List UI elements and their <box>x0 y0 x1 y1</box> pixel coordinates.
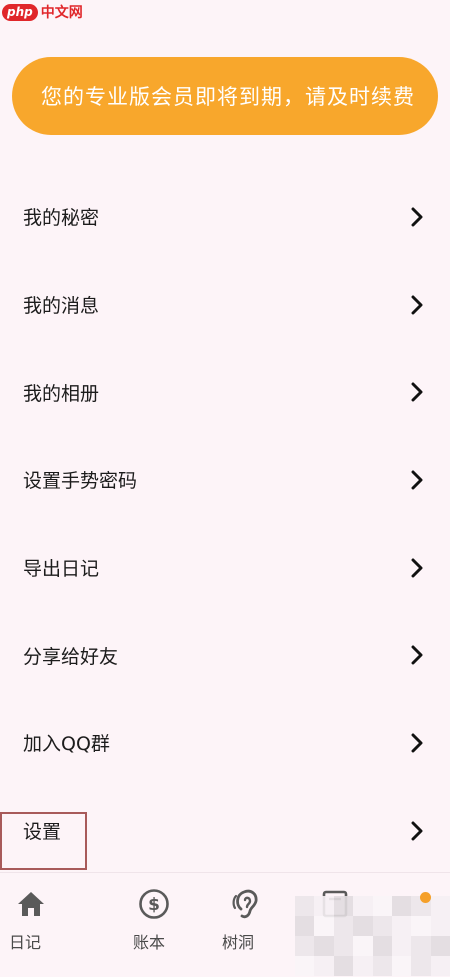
menu-item-label: 设置 <box>23 821 62 844</box>
chevron-right-icon <box>408 381 426 403</box>
tab-diary[interactable]: 日记 <box>0 873 90 977</box>
menu-item-share-friends[interactable]: 分享给好友 <box>0 611 450 699</box>
menu-item-label: 加入QQ群 <box>23 733 110 756</box>
tab-accounts[interactable]: $ 账本 <box>90 873 180 977</box>
svg-text:$: $ <box>148 895 160 915</box>
chevron-right-icon <box>408 557 426 579</box>
tab-label: 账本 <box>132 933 165 952</box>
banner-text: 您的专业版会员即将到期，请及时续费 <box>41 85 415 109</box>
blurred-region <box>295 896 450 976</box>
chevron-right-icon <box>408 820 426 842</box>
menu-item-my-secrets[interactable]: 我的秘密 <box>0 173 450 261</box>
watermark-text: 中文网 <box>40 5 83 21</box>
menu-item-settings[interactable]: 设置 <box>0 787 450 875</box>
chevron-right-icon <box>408 732 426 754</box>
membership-expiry-banner[interactable]: 您的专业版会员即将到期，请及时续费 <box>12 57 438 135</box>
watermark: php 中文网 <box>2 2 83 22</box>
home-icon <box>15 887 47 921</box>
menu-item-label: 我的相册 <box>23 382 100 405</box>
menu-item-label: 设置手势密码 <box>23 470 138 493</box>
menu-item-label: 分享给好友 <box>23 645 119 668</box>
menu-item-my-messages[interactable]: 我的消息 <box>0 261 450 349</box>
chevron-right-icon <box>408 294 426 316</box>
menu-item-label: 我的消息 <box>23 295 100 318</box>
tab-label: 树洞 <box>221 933 254 952</box>
chevron-right-icon <box>408 469 426 491</box>
dollar-circle-icon: $ <box>138 887 170 921</box>
chevron-right-icon <box>408 206 426 228</box>
tab-tree-hole[interactable]: 树洞 <box>180 873 270 977</box>
notification-dot-icon <box>420 892 431 903</box>
watermark-logo: php <box>2 3 38 21</box>
menu-item-gesture-password[interactable]: 设置手势密码 <box>0 436 450 524</box>
ear-icon <box>229 887 261 921</box>
menu-item-label: 导出日记 <box>23 558 100 581</box>
tab-label: 日记 <box>8 933 41 952</box>
menu-item-label: 我的秘密 <box>23 207 100 230</box>
menu-item-join-qq-group[interactable]: 加入QQ群 <box>0 699 450 787</box>
menu-item-export-diary[interactable]: 导出日记 <box>0 524 450 612</box>
menu-item-my-album[interactable]: 我的相册 <box>0 348 450 436</box>
settings-menu: 我的秘密 我的消息 我的相册 设置手势密码 导出日记 分享给好友 加入QQ群 设… <box>0 173 450 875</box>
chevron-right-icon <box>408 644 426 666</box>
